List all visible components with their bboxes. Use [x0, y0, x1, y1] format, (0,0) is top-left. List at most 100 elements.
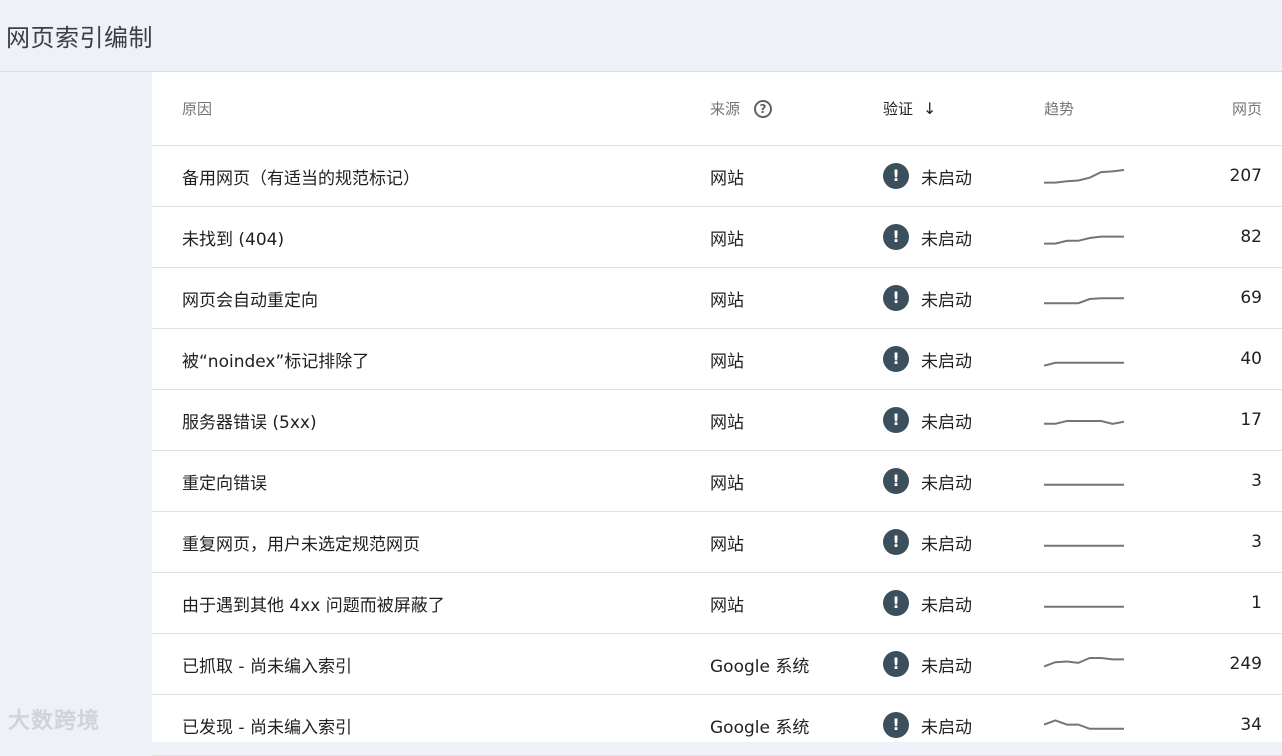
page-header: 网页索引编制 [0, 0, 1282, 72]
row-page-count: 3 [1251, 532, 1262, 552]
row-source: 网站 [710, 412, 744, 433]
column-header-pages[interactable]: 网页 [1232, 72, 1262, 145]
row-trend-sparkline [1044, 695, 1134, 755]
status-label: 未启动 [921, 656, 972, 677]
row-source: 网站 [710, 595, 744, 616]
column-header-validation[interactable]: 验证 ↓ [883, 72, 936, 145]
row-trend-sparkline [1044, 390, 1134, 450]
row-source: 网站 [710, 351, 744, 372]
page-title: 网页索引编制 [6, 24, 153, 52]
sparkline-path [1044, 420, 1124, 425]
row-trend-sparkline [1044, 451, 1134, 511]
alert-icon: ! [883, 346, 909, 372]
table-row[interactable]: 已抓取 - 尚未编入索引 Google 系统! 未启动 249 [152, 634, 1282, 695]
row-trend-sparkline [1044, 573, 1134, 633]
table-row[interactable]: 网页会自动重定向 网站! 未启动 69 [152, 268, 1282, 329]
row-page-count: 82 [1240, 227, 1262, 247]
sparkline [1044, 657, 1124, 668]
row-validation-status: ! 未启动 [883, 207, 972, 267]
column-header-source[interactable]: 来源 ? [710, 72, 773, 145]
row-trend-sparkline [1044, 634, 1134, 694]
column-header-trend: 趋势 [1044, 100, 1075, 118]
row-validation-status: ! 未启动 [883, 695, 972, 755]
sparkline [1044, 483, 1124, 486]
row-validation-status: ! 未启动 [883, 146, 972, 206]
alert-icon: ! [883, 285, 909, 311]
help-icon[interactable]: ? [754, 99, 773, 118]
alert-icon: ! [883, 468, 909, 494]
row-validation-status: ! 未启动 [883, 390, 972, 450]
status-label: 未启动 [921, 168, 972, 189]
row-source: Google 系统 [710, 656, 810, 677]
row-validation-status: ! 未启动 [883, 512, 972, 572]
table-row[interactable]: 重复网页，用户未选定规范网页 网站! 未启动 3 [152, 512, 1282, 573]
row-reason: 已发现 - 尚未编入索引 [182, 717, 352, 738]
sparkline [1044, 169, 1124, 184]
alert-icon: ! [883, 590, 909, 616]
alert-icon: ! [883, 407, 909, 433]
row-trend-sparkline [1044, 329, 1134, 389]
table-row[interactable]: 备用网页（有适当的规范标记） 网站! 未启动 207 [152, 146, 1282, 207]
row-trend-sparkline [1044, 146, 1134, 206]
alert-icon: ! [883, 651, 909, 677]
row-reason: 备用网页（有适当的规范标记） [182, 168, 420, 189]
row-reason: 被“noindex”标记排除了 [182, 351, 370, 372]
watermark-logo: 大数跨境 [8, 709, 101, 734]
sort-descending-icon[interactable]: ↓ [923, 99, 936, 118]
sparkline-path [1044, 297, 1124, 305]
row-page-count: 17 [1240, 410, 1262, 430]
status-label: 未启动 [921, 412, 972, 433]
sparkline-path [1044, 169, 1124, 184]
sparkline [1044, 544, 1124, 547]
row-source: 网站 [710, 290, 744, 311]
row-page-count: 3 [1251, 471, 1262, 491]
row-page-count: 1 [1251, 593, 1262, 613]
status-label: 未启动 [921, 534, 972, 555]
sparkline-path [1044, 719, 1124, 730]
alert-icon: ! [883, 224, 909, 250]
table-row[interactable]: 由于遇到其他 4xx 问题而被屏蔽了 网站! 未启动 1 [152, 573, 1282, 634]
row-trend-sparkline [1044, 512, 1134, 572]
sparkline [1044, 719, 1124, 730]
table-row[interactable]: 未找到 (404) 网站! 未启动 82 [152, 207, 1282, 268]
status-label: 未启动 [921, 290, 972, 311]
row-page-count: 207 [1229, 166, 1262, 186]
row-validation-status: ! 未启动 [883, 634, 972, 694]
status-label: 未启动 [921, 595, 972, 616]
sparkline-path [1044, 235, 1124, 245]
table-row[interactable]: 被“noindex”标记排除了 网站! 未启动 40 [152, 329, 1282, 390]
row-source: 网站 [710, 534, 744, 555]
sparkline [1044, 361, 1124, 367]
sparkline [1044, 605, 1124, 608]
row-source: Google 系统 [710, 717, 810, 738]
row-validation-status: ! 未启动 [883, 268, 972, 328]
row-page-count: 249 [1229, 654, 1262, 674]
row-source: 网站 [710, 229, 744, 250]
status-label: 未启动 [921, 717, 972, 738]
table-row[interactable]: 重定向错误 网站! 未启动 3 [152, 451, 1282, 512]
alert-icon: ! [883, 529, 909, 555]
row-reason: 网页会自动重定向 [182, 290, 318, 311]
row-reason: 由于遇到其他 4xx 问题而被屏蔽了 [182, 595, 445, 616]
sparkline [1044, 297, 1124, 305]
table-row[interactable]: 已发现 - 尚未编入索引 Google 系统! 未启动 34 [152, 695, 1282, 756]
status-label: 未启动 [921, 351, 972, 372]
row-reason: 未找到 (404) [182, 229, 285, 250]
status-label: 未启动 [921, 229, 972, 250]
row-page-count: 40 [1240, 349, 1262, 369]
row-page-count: 69 [1240, 288, 1262, 308]
table-header-row: 原因 来源 ? 验证 ↓ 趋势 网页 [152, 72, 1282, 146]
row-validation-status: ! 未启动 [883, 451, 972, 511]
row-validation-status: ! 未启动 [883, 329, 972, 389]
alert-icon: ! [883, 163, 909, 189]
row-validation-status: ! 未启动 [883, 573, 972, 633]
column-header-reason[interactable]: 原因 [182, 72, 212, 145]
status-label: 未启动 [921, 473, 972, 494]
issues-table: 原因 来源 ? 验证 ↓ 趋势 网页 备用网页（有适当的规范标记） 网站! 未启动 2… [152, 72, 1282, 756]
row-reason: 服务器错误 (5xx) [182, 412, 317, 433]
sparkline-path [1044, 361, 1124, 367]
alert-icon: ! [883, 712, 909, 738]
table-row[interactable]: 服务器错误 (5xx) 网站! 未启动 17 [152, 390, 1282, 451]
row-reason: 重定向错误 [182, 473, 267, 494]
row-trend-sparkline [1044, 268, 1134, 328]
